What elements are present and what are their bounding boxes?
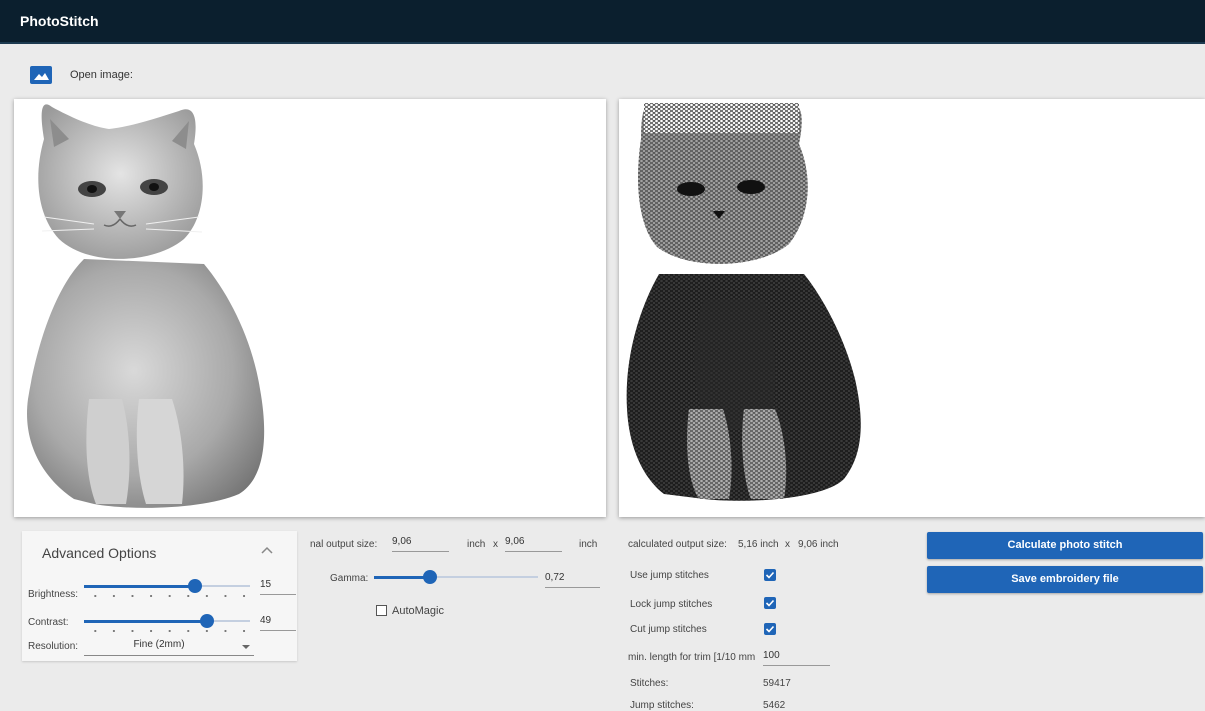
jump-stitches-label: Jump stitches:: [630, 700, 694, 711]
min-length-input[interactable]: 100: [763, 648, 830, 666]
output-width-unit: inch: [467, 539, 486, 550]
stitch-preview-image: [626, 103, 861, 501]
chevron-up-icon[interactable]: [260, 545, 274, 555]
stitches-label: Stitches:: [630, 678, 669, 689]
contrast-slider[interactable]: [84, 611, 250, 633]
dropdown-caret-icon: [242, 645, 250, 649]
brightness-value[interactable]: 15: [260, 577, 296, 595]
use-jump-label: Use jump stitches: [630, 570, 709, 581]
checkmark-icon: [765, 571, 775, 579]
min-length-label: min. length for trim [1/10 mm: [628, 652, 756, 663]
calculated-size-label: calculated output size:: [628, 539, 727, 550]
calculated-height: 9,06 inch: [798, 539, 839, 550]
output-size-label: nal output size:: [310, 539, 378, 550]
gamma-value[interactable]: 0,72: [545, 570, 600, 588]
cut-jump-checkbox[interactable]: [764, 623, 776, 635]
cut-jump-label: Cut jump stitches: [630, 624, 707, 635]
output-height-unit: inch: [579, 539, 598, 550]
use-jump-checkbox[interactable]: [764, 569, 776, 581]
save-embroidery-file-button[interactable]: Save embroidery file: [927, 566, 1203, 593]
resolution-select[interactable]: Fine (2mm): [84, 637, 254, 656]
automagic-checkbox[interactable]: [376, 605, 387, 616]
app-title: PhotoStitch: [20, 13, 99, 29]
automagic-label: AutoMagic: [392, 605, 444, 617]
gamma-slider[interactable]: [374, 567, 538, 587]
gamma-slider-thumb[interactable]: [422, 570, 437, 584]
checkmark-icon: [765, 599, 775, 607]
contrast-slider-thumb[interactable]: [199, 614, 214, 628]
brightness-slider[interactable]: [84, 576, 250, 598]
gamma-label: Gamma:: [330, 573, 369, 584]
original-cat-image: [27, 104, 265, 508]
resolution-label: Resolution:: [28, 641, 79, 652]
output-height-input[interactable]: 9,06: [505, 534, 562, 552]
jump-stitches-value: 5462: [763, 700, 786, 711]
output-width-input[interactable]: 9,06: [392, 534, 449, 552]
app-header: PhotoStitch: [0, 0, 1205, 44]
image-icon[interactable]: [30, 66, 52, 84]
calculated-times: x: [785, 539, 790, 550]
output-times-label: x: [493, 539, 498, 550]
contrast-value[interactable]: 49: [260, 613, 296, 631]
brightness-label: Brightness:: [28, 589, 79, 600]
checkmark-icon: [765, 625, 775, 633]
open-image-label: Open image:: [70, 69, 133, 81]
advanced-options-card: Advanced Options Brightness: 15 Contrast…: [22, 531, 297, 661]
contrast-label: Contrast:: [28, 617, 69, 628]
brightness-slider-thumb[interactable]: [188, 579, 203, 593]
lock-jump-checkbox[interactable]: [764, 597, 776, 609]
advanced-options-title[interactable]: Advanced Options: [42, 545, 156, 561]
calculate-photo-stitch-button[interactable]: Calculate photo stitch: [927, 532, 1203, 559]
resolution-selected-value: Fine (2mm): [133, 639, 185, 650]
stitches-value: 59417: [763, 678, 791, 689]
original-image-panel: [14, 99, 606, 517]
calculated-width: 5,16 inch: [738, 539, 779, 550]
lock-jump-label: Lock jump stitches: [630, 599, 713, 610]
stitch-preview-panel: [619, 99, 1205, 517]
